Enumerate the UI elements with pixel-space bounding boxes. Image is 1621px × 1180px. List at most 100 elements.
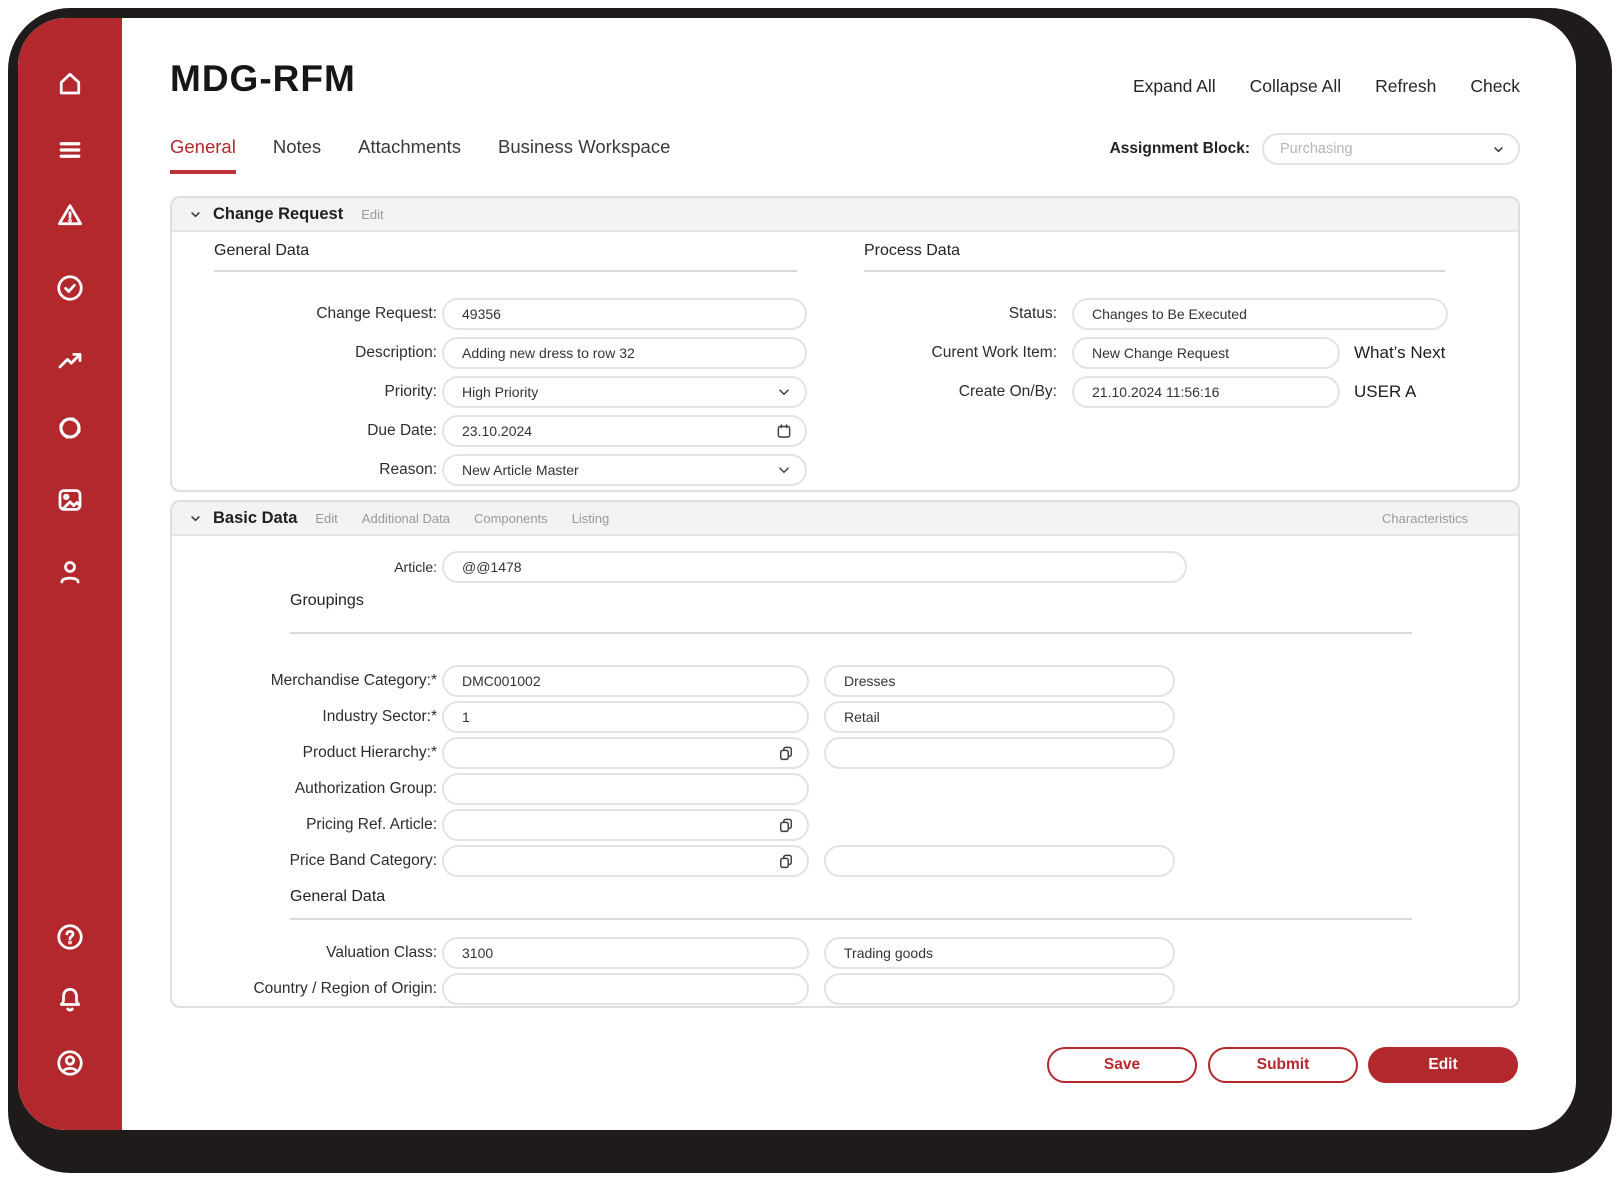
listing-link[interactable]: Listing <box>572 511 610 526</box>
tab-attachments[interactable]: Attachments <box>358 136 461 174</box>
tab-general[interactable]: General <box>170 136 236 174</box>
field-label: Industry Sector:* <box>322 708 437 725</box>
current-work-item-input[interactable]: New Change Request <box>1072 337 1340 369</box>
field-label: Pricing Ref. Article: <box>306 816 437 833</box>
pricing-ref-article-input[interactable] <box>442 809 809 841</box>
workflow-hub-icon[interactable] <box>54 412 86 444</box>
field-label: Valuation Class: <box>326 944 437 961</box>
edit-link[interactable]: Edit <box>361 207 383 222</box>
user-icon[interactable] <box>54 556 86 588</box>
field-label: Product Hierarchy:* <box>302 744 437 761</box>
tab-bar: General Notes Attachments Business Works… <box>170 136 670 174</box>
change-request-header: Change Request Edit <box>172 198 1518 232</box>
components-link[interactable]: Components <box>474 511 548 526</box>
trending-up-icon[interactable] <box>54 344 86 376</box>
section-title: Change Request <box>213 204 344 223</box>
page-title: MDG-RFM <box>170 58 356 99</box>
menu-icon[interactable] <box>54 134 86 166</box>
copy-icon[interactable] <box>777 816 795 834</box>
group-title-groupings: Groupings <box>290 592 364 609</box>
field-label: Description: <box>355 344 437 361</box>
tab-business-workspace[interactable]: Business Workspace <box>498 136 670 174</box>
field-label: Due Date: <box>367 422 437 439</box>
check-button[interactable]: Check <box>1470 76 1520 97</box>
field-label: Curent Work Item: <box>931 344 1057 361</box>
industry-sector-desc-input[interactable]: Retail <box>824 701 1175 733</box>
field-label: Merchandise Category:* <box>270 672 437 689</box>
industry-sector-input[interactable]: 1 <box>442 701 809 733</box>
field-label: Priority: <box>384 383 437 400</box>
valuation-class-input[interactable]: 3100 <box>442 937 809 969</box>
due-date-input[interactable]: 23.10.2024 <box>442 415 807 447</box>
home-icon[interactable] <box>54 67 86 99</box>
article-input[interactable]: @@1478 <box>442 551 1187 583</box>
divider <box>290 632 1412 634</box>
merchandise-category-desc-input[interactable]: Dresses <box>824 665 1175 697</box>
price-band-category-desc-input[interactable] <box>824 845 1175 877</box>
column-title-general-data: General Data <box>214 242 310 259</box>
calendar-icon <box>777 424 791 438</box>
merchandise-category-input[interactable]: DMC001002 <box>442 665 809 697</box>
change-request-panel: Change Request Edit General Data Process… <box>170 196 1520 492</box>
assignment-block: Assignment Block: Purchasing <box>1110 133 1520 165</box>
section-title: Basic Data <box>213 508 298 527</box>
field-label: Status: <box>1008 305 1057 322</box>
alert-triangle-icon[interactable] <box>54 199 86 231</box>
price-band-category-input[interactable] <box>442 845 809 877</box>
field-label: Price Band Category: <box>289 852 437 869</box>
field-label: Create On/By: <box>958 383 1057 400</box>
edit-link[interactable]: Edit <box>315 511 337 526</box>
help-icon[interactable] <box>54 921 86 953</box>
priority-select[interactable]: High Priority <box>442 376 807 408</box>
assignment-block-select[interactable]: Purchasing <box>1262 133 1520 165</box>
app-window: MDG-RFM Expand All Collapse All Refresh … <box>18 18 1576 1130</box>
collapse-section-icon[interactable] <box>188 207 203 222</box>
collapse-section-icon[interactable] <box>188 511 203 526</box>
sidebar <box>18 18 122 1130</box>
chevron-down-icon <box>1491 142 1506 157</box>
whats-next-link[interactable]: What’s Next <box>1354 337 1445 369</box>
image-icon[interactable] <box>54 484 86 516</box>
product-hierarchy-desc-input[interactable] <box>824 737 1175 769</box>
field-label: Authorization Group: <box>294 780 437 797</box>
collapse-all-button[interactable]: Collapse All <box>1250 76 1341 97</box>
authorization-group-input[interactable] <box>442 773 809 805</box>
basic-data-panel: Basic Data Edit Additional Data Componen… <box>170 500 1520 1008</box>
divider <box>214 270 797 272</box>
bell-icon[interactable] <box>54 984 86 1016</box>
reason-select[interactable]: New Article Master <box>442 454 807 486</box>
chevron-down-icon <box>779 467 789 473</box>
field-label: Article: <box>394 559 437 575</box>
submit-button[interactable]: Submit <box>1208 1047 1358 1083</box>
tab-notes[interactable]: Notes <box>273 136 321 174</box>
save-button[interactable]: Save <box>1047 1047 1197 1083</box>
copy-icon[interactable] <box>777 744 795 762</box>
change-request-input[interactable]: 49356 <box>442 298 807 330</box>
country-region-of-origin-desc-input[interactable] <box>824 973 1175 1005</box>
edit-button[interactable]: Edit <box>1368 1047 1518 1083</box>
check-circle-icon[interactable] <box>54 272 86 304</box>
account-icon[interactable] <box>54 1047 86 1079</box>
created-by-user: USER A <box>1354 382 1417 401</box>
expand-all-button[interactable]: Expand All <box>1133 76 1216 97</box>
group-title-general-data: General Data <box>290 888 386 905</box>
country-region-of-origin-input[interactable] <box>442 973 809 1005</box>
window-frame: MDG-RFM Expand All Collapse All Refresh … <box>8 8 1612 1173</box>
chevron-down-icon <box>779 389 789 395</box>
valuation-class-desc-input[interactable]: Trading goods <box>824 937 1175 969</box>
divider <box>864 270 1445 272</box>
product-hierarchy-input[interactable] <box>442 737 809 769</box>
column-title-process-data: Process Data <box>864 242 961 259</box>
description-input[interactable]: Adding new dress to row 32 <box>442 337 807 369</box>
divider <box>290 918 1412 920</box>
copy-icon[interactable] <box>777 852 795 870</box>
assignment-block-label: Assignment Block: <box>1109 140 1250 157</box>
refresh-button[interactable]: Refresh <box>1375 76 1436 97</box>
field-label: Change Request: <box>316 305 437 322</box>
create-on-by-input[interactable]: 21.10.2024 11:56:16 <box>1072 376 1340 408</box>
basic-data-header: Basic Data Edit Additional Data Componen… <box>172 502 1518 536</box>
additional-data-link[interactable]: Additional Data <box>362 511 450 526</box>
status-input[interactable]: Changes to Be Executed <box>1072 298 1448 330</box>
assignment-block-value: Purchasing <box>1280 141 1353 157</box>
characteristics-link[interactable]: Characteristics <box>1382 511 1468 526</box>
